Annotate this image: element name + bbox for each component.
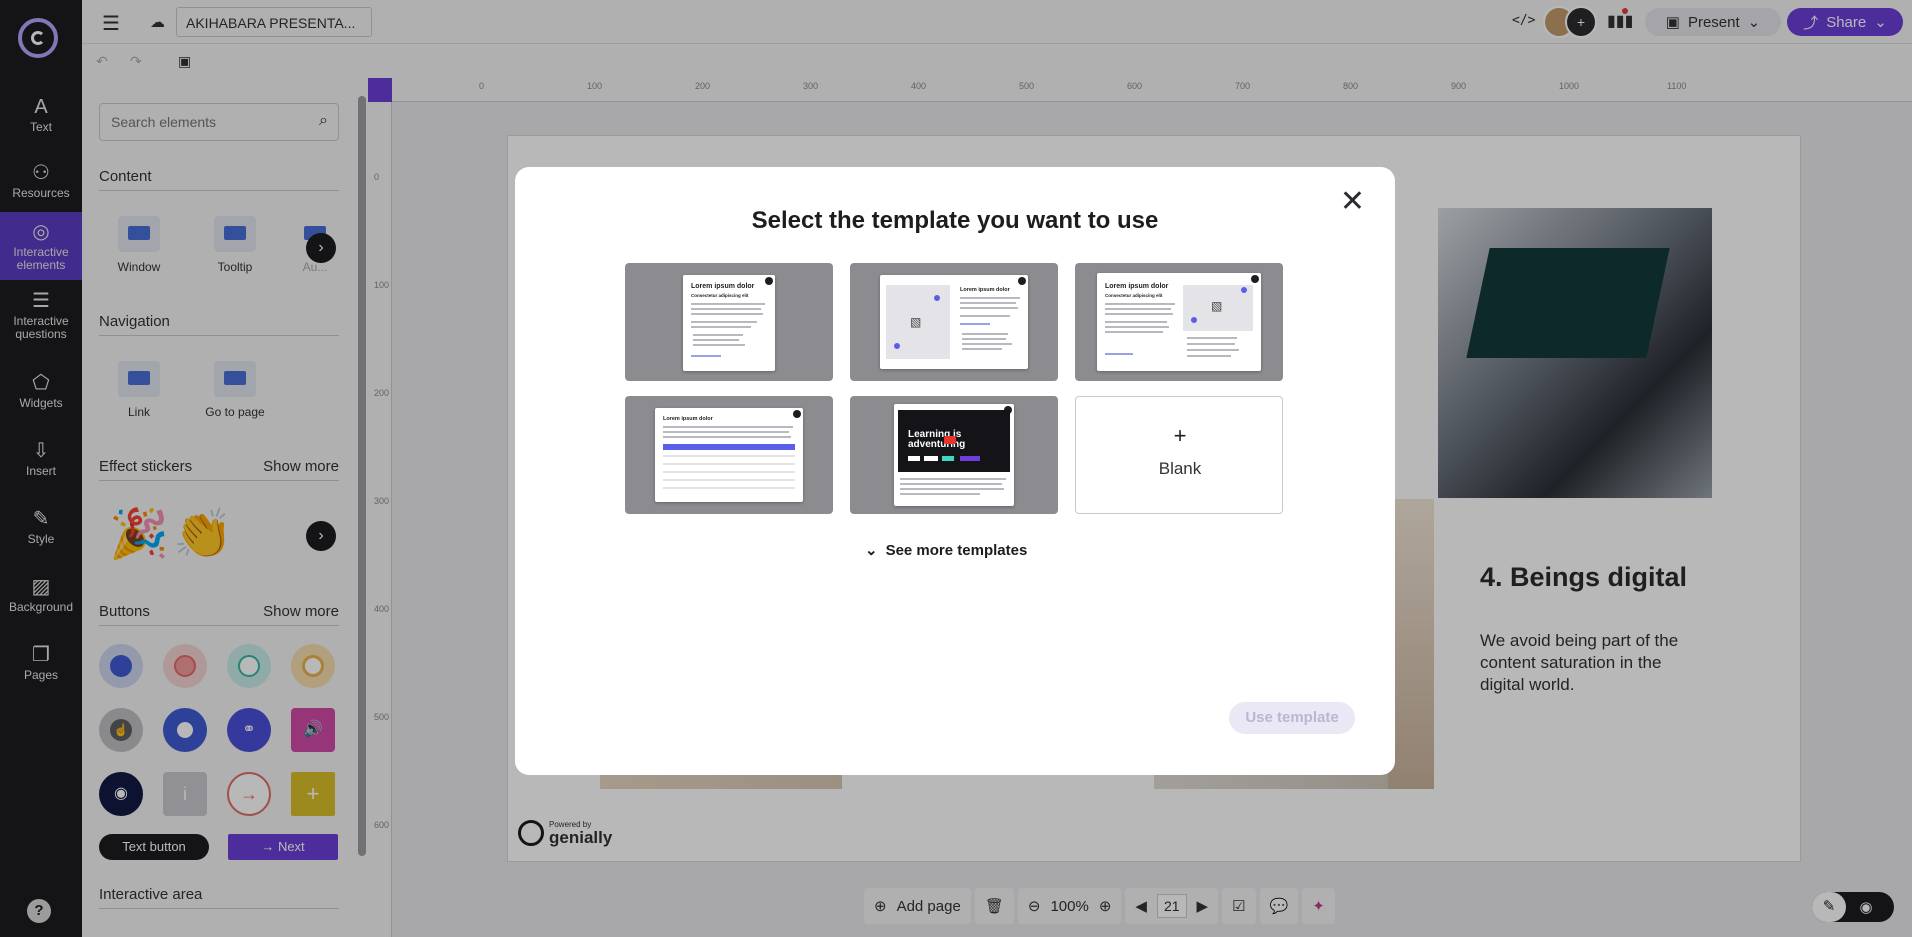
app-root: A Text ⚇ Resources ◎ Interactive element…	[0, 0, 1912, 937]
image-placeholder-icon: ▧	[910, 315, 922, 329]
template-option-2[interactable]: ▧ Lorem ipsum dolor	[850, 263, 1058, 381]
template-preview: Lorem ipsum dolor Consectetur adipiscing…	[1097, 273, 1261, 371]
chevron-down-icon: ⌄	[865, 542, 878, 559]
image-placeholder-icon: ▧	[1211, 299, 1223, 313]
template-option-blank[interactable]: + Blank	[1075, 396, 1283, 514]
template-heading: Lorem ipsum dolor	[960, 287, 1010, 293]
modal-title: Select the template you want to use	[751, 207, 1159, 234]
template-preview: Lorem ipsum dolor	[655, 408, 803, 502]
template-preview: ▧ Lorem ipsum dolor	[880, 275, 1028, 369]
template-heading: Lorem ipsum dolor	[1105, 283, 1169, 290]
template-heading: Lorem ipsum dolor	[663, 416, 713, 422]
play-icon	[944, 436, 956, 444]
template-option-4[interactable]: Lorem ipsum dolor	[625, 396, 833, 514]
template-option-3[interactable]: Lorem ipsum dolor Consectetur adipiscing…	[1075, 263, 1283, 381]
template-subheading: Consectetur adipiscing elit	[691, 293, 749, 298]
plus-icon: +	[1173, 423, 1187, 448]
video-thumbnail: Learning is adventuring	[898, 410, 1010, 472]
template-option-5[interactable]: Learning is adventuring	[850, 396, 1058, 514]
use-template-button[interactable]: Use template	[1229, 702, 1355, 734]
template-option-1[interactable]: Lorem ipsum dolor Consectetur adipiscing…	[625, 263, 833, 381]
template-modal: ✕ Select the template you want to use Lo…	[515, 167, 1395, 775]
see-more-templates-button[interactable]: ⌄ See more templates	[865, 541, 1028, 560]
template-subheading: Consectetur adipiscing elit	[1105, 293, 1163, 298]
template-preview: Learning is adventuring	[894, 404, 1014, 506]
template-preview: Lorem ipsum dolor Consectetur adipiscing…	[683, 275, 775, 371]
modal-overlay[interactable]: ✕ Select the template you want to use Lo…	[0, 0, 1912, 937]
template-heading: Lorem ipsum dolor	[691, 283, 755, 290]
see-more-label: See more templates	[885, 541, 1028, 559]
blank-label: Blank	[1158, 459, 1202, 478]
